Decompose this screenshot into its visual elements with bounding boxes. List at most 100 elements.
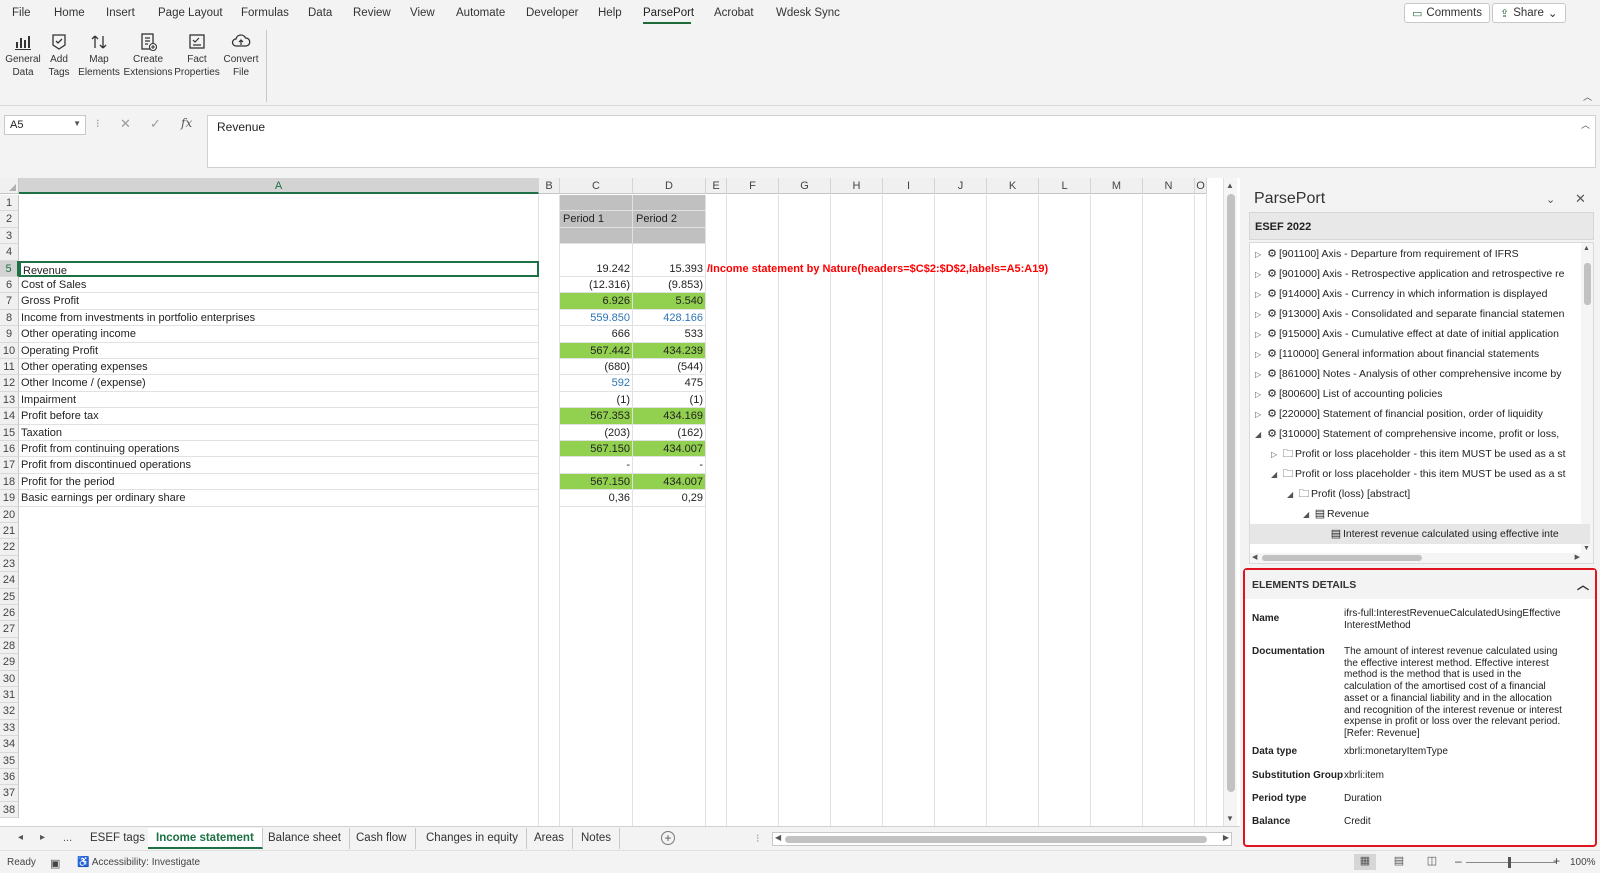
column-header-d[interactable]: D bbox=[633, 178, 706, 194]
tree-node[interactable]: ▷ ⚙ [220000] Statement of financial positi… bbox=[1250, 404, 1590, 424]
cell-period-1[interactable]: 592 bbox=[560, 375, 633, 392]
vertical-scrollbar[interactable]: ▲ ▼ bbox=[1223, 178, 1237, 826]
period-header-cell[interactable] bbox=[560, 195, 633, 212]
pane-options-chevron-icon[interactable]: ⌄ bbox=[1546, 193, 1555, 206]
cell-period-2[interactable]: 434.007 bbox=[633, 441, 706, 458]
row-header-9[interactable]: 9 bbox=[0, 326, 19, 343]
close-pane-icon[interactable]: ✕ bbox=[1575, 191, 1586, 207]
zoom-slider[interactable] bbox=[1466, 857, 1556, 868]
cell-period-2[interactable]: 15.393 bbox=[633, 260, 706, 277]
cell-label[interactable]: Revenue bbox=[19, 260, 539, 277]
expanded-caret-icon[interactable]: ◢ bbox=[1255, 425, 1265, 444]
taxonomy-tree[interactable]: ▲ ▼ ◀ ▶ ▷ ⚙ [901100] Axis - Departure from… bbox=[1249, 242, 1594, 564]
row-header-25[interactable]: 25 bbox=[0, 588, 19, 605]
horizontal-scrollbar[interactable]: ◀ ▶ bbox=[772, 832, 1232, 846]
row-header-4[interactable]: 4 bbox=[0, 244, 19, 261]
tab-cash-flow[interactable]: Cash flow bbox=[348, 828, 416, 849]
tab-changes-in-equity[interactable]: Changes in equity bbox=[418, 828, 528, 849]
expanded-caret-icon[interactable]: ◢ bbox=[1287, 485, 1297, 504]
cell-period-2[interactable]: 0,29 bbox=[633, 490, 706, 507]
tab-income-statement[interactable]: Income statement bbox=[148, 828, 263, 849]
cell-label[interactable]: Profit before tax bbox=[19, 408, 539, 425]
expanded-caret-icon[interactable]: ◢ bbox=[1303, 505, 1313, 524]
column-header-g[interactable]: G bbox=[779, 178, 831, 194]
tree-node[interactable]: ▷ ⚙ [914000] Axis - Currency in which info… bbox=[1250, 284, 1590, 304]
convert-file-button[interactable]: Convert File bbox=[222, 32, 260, 79]
fact-properties-button[interactable]: Fact Properties bbox=[172, 32, 222, 79]
tab-esef-tags[interactable]: ESEF tags bbox=[82, 828, 154, 849]
row-header-12[interactable]: 12 bbox=[0, 375, 19, 392]
zoom-slider-knob[interactable] bbox=[1508, 857, 1511, 868]
period-header-cell[interactable] bbox=[633, 195, 706, 212]
tree-node[interactable]: ▷ ⚙ [110000] General information about fin… bbox=[1250, 344, 1590, 364]
column-header-i[interactable]: I bbox=[883, 178, 935, 194]
cell-period-1[interactable]: (203) bbox=[560, 424, 633, 441]
share-dropdown-icon[interactable]: ⌄ bbox=[1548, 6, 1558, 20]
worksheet-grid[interactable]: A B C D E F G H I J K L M N O 1 2 Period 1 Period 2 3 4 5 Reve… bbox=[0, 178, 1240, 826]
cell-period-1[interactable]: (12.316) bbox=[560, 277, 633, 294]
row-header-23[interactable]: 23 bbox=[0, 555, 19, 573]
zoom-in-icon[interactable]: + bbox=[1553, 854, 1560, 868]
cell-period-1[interactable]: - bbox=[560, 457, 633, 474]
row-header-3[interactable]: 3 bbox=[0, 227, 19, 245]
scroll-down-icon[interactable]: ▼ bbox=[1226, 814, 1234, 823]
more-sheets-button[interactable]: ... bbox=[63, 832, 72, 844]
expanded-caret-icon[interactable]: ◢ bbox=[1271, 465, 1281, 484]
row-header-18[interactable]: 18 bbox=[0, 473, 19, 491]
row-header-33[interactable]: 33 bbox=[0, 719, 19, 737]
row-header-22[interactable]: 22 bbox=[0, 539, 19, 556]
column-header-f[interactable]: F bbox=[727, 178, 779, 194]
column-header-j[interactable]: J bbox=[935, 178, 987, 194]
cell-label[interactable]: Taxation bbox=[19, 424, 539, 441]
name-box[interactable]: A5 ▼ bbox=[4, 115, 86, 135]
scroll-right-icon[interactable]: ▶ bbox=[1223, 833, 1229, 842]
row-header-29[interactable]: 29 bbox=[0, 654, 19, 671]
normal-view-icon[interactable]: ▦ bbox=[1354, 854, 1376, 870]
cell-period-1[interactable]: 6.926 bbox=[560, 293, 633, 310]
tab-notes[interactable]: Notes bbox=[573, 828, 621, 849]
column-header-o[interactable]: O bbox=[1195, 178, 1207, 194]
vertical-scroll-thumb[interactable] bbox=[1227, 194, 1235, 792]
row-header-26[interactable]: 26 bbox=[0, 605, 19, 622]
range-annotation[interactable]: /Income statement by Nature(headers=$C$2… bbox=[705, 261, 1050, 277]
column-header-m[interactable]: M bbox=[1091, 178, 1143, 194]
comments-button[interactable]: ▭ Comments bbox=[1404, 3, 1491, 23]
menu-help[interactable]: Help bbox=[598, 7, 622, 19]
macro-record-icon[interactable]: ▣ bbox=[50, 857, 60, 870]
cell-period-1[interactable]: 567.150 bbox=[560, 441, 633, 458]
prev-sheet-icon[interactable]: ◂ bbox=[18, 832, 23, 843]
tree-node[interactable]: ▤ Interest revenue calculated using effec… bbox=[1250, 524, 1590, 544]
cell-label[interactable]: Cost of Sales bbox=[19, 277, 539, 294]
row-header-21[interactable]: 21 bbox=[0, 523, 19, 540]
cell-label[interactable]: Gross Profit bbox=[19, 293, 539, 310]
tab-balance-sheet[interactable]: Balance sheet bbox=[260, 828, 350, 849]
cell-period-2[interactable]: (544) bbox=[633, 359, 706, 376]
taxonomy-selector[interactable]: ESEF 2022 bbox=[1249, 212, 1594, 240]
row-header-17[interactable]: 17 bbox=[0, 457, 19, 474]
cell-period-1[interactable]: 666 bbox=[560, 326, 633, 343]
tab-split-handle-icon[interactable]: ⁝ bbox=[756, 832, 760, 845]
tree-node[interactable]: ◢ 🗀 Profit or loss placeholder - this item… bbox=[1250, 464, 1590, 484]
tree-scroll-down-icon[interactable]: ▼ bbox=[1583, 545, 1590, 552]
menu-formulas[interactable]: Formulas bbox=[241, 7, 289, 19]
menu-view[interactable]: View bbox=[410, 7, 435, 19]
tree-node[interactable]: ◢ 🗀 Profit (loss) [abstract] bbox=[1250, 484, 1590, 504]
accessibility-status[interactable]: ♿ Accessibility: Investigate bbox=[77, 857, 200, 868]
zoom-out-icon[interactable]: – bbox=[1455, 854, 1462, 868]
row-header-15[interactable]: 15 bbox=[0, 424, 19, 441]
collapsed-caret-icon[interactable]: ▷ bbox=[1255, 245, 1265, 264]
collapse-ribbon-icon[interactable]: ︿ bbox=[1583, 90, 1592, 103]
map-elements-button[interactable]: Map Elements bbox=[76, 32, 122, 79]
tree-node[interactable]: ▷ ⚙ [901000] Axis - Retrospective applicat… bbox=[1250, 264, 1590, 284]
row-header-5[interactable]: 5 bbox=[0, 260, 19, 277]
column-header-k[interactable]: K bbox=[987, 178, 1039, 194]
next-sheet-icon[interactable]: ▸ bbox=[40, 832, 45, 843]
cell-label[interactable]: Profit for the period bbox=[19, 473, 539, 491]
row-header-35[interactable]: 35 bbox=[0, 752, 19, 769]
tab-areas[interactable]: Areas bbox=[526, 828, 574, 849]
cell-label[interactable]: Impairment bbox=[19, 391, 539, 409]
collapsed-caret-icon[interactable]: ▷ bbox=[1255, 305, 1265, 324]
row-header-19[interactable]: 19 bbox=[0, 490, 19, 507]
page-layout-view-icon[interactable]: ▤ bbox=[1388, 854, 1410, 870]
cell-period-1[interactable]: 0,36 bbox=[560, 490, 633, 507]
